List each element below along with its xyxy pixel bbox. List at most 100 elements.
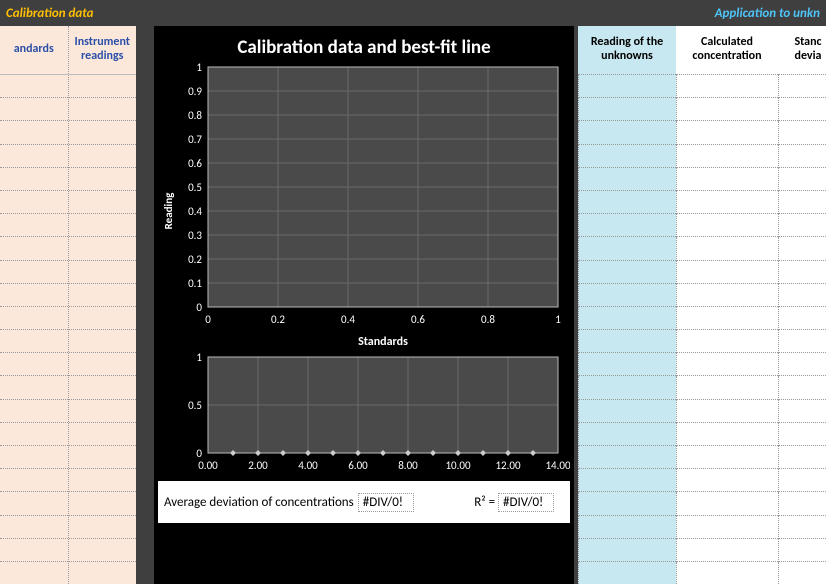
- spreadsheet-cell[interactable]: [69, 539, 137, 562]
- spreadsheet-cell[interactable]: [778, 191, 826, 214]
- spreadsheet-cell[interactable]: [69, 400, 137, 423]
- spreadsheet-cell[interactable]: [778, 168, 826, 191]
- spreadsheet-cell[interactable]: [578, 237, 676, 260]
- spreadsheet-cell[interactable]: [69, 261, 137, 284]
- spreadsheet-cell[interactable]: [778, 330, 826, 353]
- spreadsheet-cell[interactable]: [578, 307, 676, 330]
- spreadsheet-cell[interactable]: [676, 98, 778, 121]
- spreadsheet-cell[interactable]: [578, 121, 676, 144]
- spreadsheet-cell[interactable]: [778, 353, 826, 376]
- spreadsheet-cell[interactable]: [0, 307, 68, 330]
- spreadsheet-cell[interactable]: [778, 516, 826, 539]
- spreadsheet-cell[interactable]: [778, 214, 826, 237]
- spreadsheet-cell[interactable]: [69, 284, 137, 307]
- spreadsheet-cell[interactable]: [69, 237, 137, 260]
- spreadsheet-cell[interactable]: [69, 121, 137, 144]
- spreadsheet-cell[interactable]: [578, 214, 676, 237]
- spreadsheet-cell[interactable]: [578, 98, 676, 121]
- spreadsheet-cell[interactable]: [69, 191, 137, 214]
- spreadsheet-cell[interactable]: [578, 516, 676, 539]
- spreadsheet-cell[interactable]: [69, 98, 137, 121]
- spreadsheet-cell[interactable]: [676, 423, 778, 446]
- spreadsheet-cell[interactable]: [676, 261, 778, 284]
- spreadsheet-cell[interactable]: [0, 98, 68, 121]
- spreadsheet-cell[interactable]: [69, 214, 137, 237]
- spreadsheet-cell[interactable]: [676, 539, 778, 562]
- spreadsheet-cell[interactable]: [778, 469, 826, 492]
- spreadsheet-cell[interactable]: [778, 307, 826, 330]
- spreadsheet-cell[interactable]: [578, 492, 676, 515]
- spreadsheet-cell[interactable]: [676, 330, 778, 353]
- spreadsheet-cell[interactable]: [578, 330, 676, 353]
- spreadsheet-cell[interactable]: [676, 121, 778, 144]
- spreadsheet-cell[interactable]: [778, 539, 826, 562]
- spreadsheet-cell[interactable]: [69, 516, 137, 539]
- spreadsheet-cell[interactable]: [778, 75, 826, 98]
- spreadsheet-cell[interactable]: [778, 492, 826, 515]
- spreadsheet-cell[interactable]: [578, 423, 676, 446]
- spreadsheet-cell[interactable]: [578, 75, 676, 98]
- spreadsheet-cell[interactable]: [778, 423, 826, 446]
- spreadsheet-cell[interactable]: [676, 145, 778, 168]
- spreadsheet-cell[interactable]: [676, 400, 778, 423]
- spreadsheet-cell[interactable]: [578, 562, 676, 584]
- spreadsheet-cell[interactable]: [0, 168, 68, 191]
- spreadsheet-cell[interactable]: [578, 400, 676, 423]
- spreadsheet-cell[interactable]: [578, 353, 676, 376]
- spreadsheet-cell[interactable]: [0, 145, 68, 168]
- spreadsheet-cell[interactable]: [0, 191, 68, 214]
- spreadsheet-cell[interactable]: [676, 191, 778, 214]
- spreadsheet-cell[interactable]: [778, 261, 826, 284]
- spreadsheet-cell[interactable]: [676, 353, 778, 376]
- spreadsheet-cell[interactable]: [676, 516, 778, 539]
- spreadsheet-cell[interactable]: [0, 330, 68, 353]
- spreadsheet-cell[interactable]: [578, 145, 676, 168]
- spreadsheet-cell[interactable]: [778, 562, 826, 584]
- spreadsheet-cell[interactable]: [0, 423, 68, 446]
- spreadsheet-cell[interactable]: [0, 284, 68, 307]
- spreadsheet-cell[interactable]: [0, 469, 68, 492]
- spreadsheet-cell[interactable]: [0, 562, 68, 584]
- spreadsheet-cell[interactable]: [676, 562, 778, 584]
- spreadsheet-cell[interactable]: [69, 307, 137, 330]
- spreadsheet-cell[interactable]: [69, 330, 137, 353]
- spreadsheet-cell[interactable]: [778, 237, 826, 260]
- spreadsheet-cell[interactable]: [0, 353, 68, 376]
- spreadsheet-cell[interactable]: [0, 516, 68, 539]
- spreadsheet-cell[interactable]: [578, 168, 676, 191]
- spreadsheet-cell[interactable]: [676, 214, 778, 237]
- spreadsheet-cell[interactable]: [676, 376, 778, 399]
- spreadsheet-cell[interactable]: [778, 98, 826, 121]
- spreadsheet-cell[interactable]: [69, 353, 137, 376]
- spreadsheet-cell[interactable]: [578, 376, 676, 399]
- spreadsheet-cell[interactable]: [578, 261, 676, 284]
- spreadsheet-cell[interactable]: [676, 469, 778, 492]
- spreadsheet-cell[interactable]: [0, 446, 68, 469]
- spreadsheet-cell[interactable]: [778, 284, 826, 307]
- spreadsheet-cell[interactable]: [69, 75, 137, 98]
- spreadsheet-cell[interactable]: [0, 492, 68, 515]
- spreadsheet-cell[interactable]: [0, 121, 68, 144]
- spreadsheet-cell[interactable]: [676, 284, 778, 307]
- spreadsheet-cell[interactable]: [69, 423, 137, 446]
- spreadsheet-cell[interactable]: [69, 376, 137, 399]
- spreadsheet-cell[interactable]: [0, 376, 68, 399]
- spreadsheet-cell[interactable]: [676, 168, 778, 191]
- spreadsheet-cell[interactable]: [0, 400, 68, 423]
- spreadsheet-cell[interactable]: [69, 469, 137, 492]
- spreadsheet-cell[interactable]: [778, 400, 826, 423]
- spreadsheet-cell[interactable]: [578, 469, 676, 492]
- spreadsheet-cell[interactable]: [69, 562, 137, 584]
- spreadsheet-cell[interactable]: [778, 145, 826, 168]
- spreadsheet-cell[interactable]: [676, 237, 778, 260]
- spreadsheet-cell[interactable]: [0, 214, 68, 237]
- spreadsheet-cell[interactable]: [69, 446, 137, 469]
- spreadsheet-cell[interactable]: [0, 539, 68, 562]
- spreadsheet-cell[interactable]: [0, 75, 68, 98]
- spreadsheet-cell[interactable]: [676, 446, 778, 469]
- spreadsheet-cell[interactable]: [578, 191, 676, 214]
- spreadsheet-cell[interactable]: [69, 492, 137, 515]
- spreadsheet-cell[interactable]: [578, 539, 676, 562]
- spreadsheet-cell[interactable]: [0, 237, 68, 260]
- spreadsheet-cell[interactable]: [69, 168, 137, 191]
